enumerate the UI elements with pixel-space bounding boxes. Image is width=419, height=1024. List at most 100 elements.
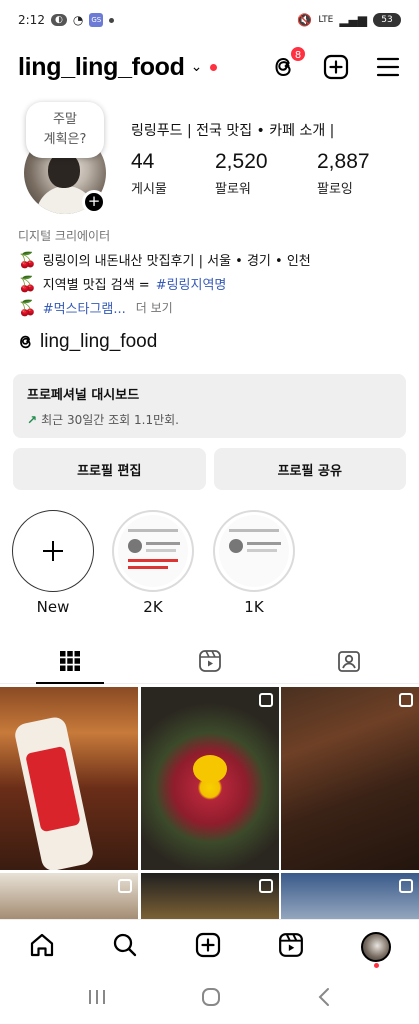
threads-profile-link[interactable]: ling_ling_food — [18, 331, 157, 353]
unread-dot — [210, 63, 218, 71]
more-link[interactable]: 더 보기 — [136, 299, 173, 316]
recent-apps-button[interactable] — [87, 988, 107, 1010]
profile-summary: 주말 계획은? + 링링푸드 | 전국 맛집 • 카페 소개 | 44 게시물 … — [0, 100, 419, 220]
stats-row: 44 게시물 2,520 팔로워 2,887 팔로잉 — [131, 150, 401, 197]
tab-tagged[interactable] — [279, 638, 419, 683]
back-button[interactable] — [316, 987, 332, 1011]
add-story-icon[interactable]: + — [82, 190, 106, 214]
threads-notification-badge: 8 — [289, 45, 307, 63]
mute-icon: 🔇 — [297, 13, 313, 27]
reels-icon — [198, 649, 221, 672]
nav-reels[interactable] — [278, 932, 304, 962]
status-time: 2:12 — [18, 13, 45, 27]
dashboard-subtitle-row: ↗ 최근 30일간 조회 1.1만회. — [27, 411, 392, 428]
hashtag-link[interactable]: #먹스타그램... — [43, 298, 126, 317]
post-thumbnail[interactable] — [140, 872, 279, 919]
cherry-icon: 🍒 — [18, 274, 37, 293]
search-icon — [113, 933, 136, 956]
system-navigation — [0, 973, 419, 1024]
carousel-icon — [258, 878, 273, 893]
dashboard-subtitle: 최근 30일간 조회 1.1만회. — [41, 413, 179, 427]
highlight-label: 2K — [143, 598, 163, 616]
highlight-item[interactable]: 1K — [213, 510, 295, 616]
following-label: 팔로잉 — [317, 182, 353, 197]
highlight-item[interactable]: 2K — [112, 510, 194, 616]
share-profile-button[interactable]: 프로필 공유 — [213, 448, 406, 490]
carousel-icon — [118, 878, 132, 893]
bio-title: 링링푸드 | 전국 맛집 • 카페 소개 | — [131, 123, 335, 139]
highlight-thumbnail — [118, 515, 188, 587]
bio-line-3: 🍒 #먹스타그램... 더 보기 — [18, 298, 173, 318]
highlight-ring — [213, 510, 295, 592]
signal-icon: ▂▄▆ — [339, 13, 367, 27]
battery-icon: 53 — [373, 13, 401, 27]
followers-stat[interactable]: 2,520 팔로워 — [215, 150, 317, 197]
pill-notification-icon: ◐ — [50, 14, 67, 26]
edit-profile-button[interactable]: 프로필 편집 — [13, 448, 206, 490]
status-bar: 2:12 ◐ ◔ GS 🔇 LTE ▂▄▆ 53 — [0, 0, 419, 40]
posts-grid — [0, 687, 419, 919]
add-square-icon — [323, 54, 349, 80]
highlight-thumbnail — [219, 515, 289, 587]
hamburger-menu-icon — [376, 57, 400, 77]
following-count: 2,887 — [317, 150, 370, 173]
back-icon — [318, 987, 329, 1006]
unread-dot — [373, 962, 379, 968]
following-stat[interactable]: 2,887 팔로잉 — [317, 150, 401, 197]
account-switcher[interactable]: ling_ling_food — [18, 53, 185, 82]
note-bubble[interactable]: 주말 계획은? — [26, 102, 104, 158]
nav-search[interactable] — [112, 932, 138, 962]
professional-dashboard[interactable]: 프로페셔널 대시보드 ↗ 최근 30일간 조회 1.1만회. — [13, 374, 406, 438]
posts-label: 게시물 — [131, 182, 167, 197]
profile-header: ling_ling_food ⌄ 8 — [0, 45, 419, 89]
carousel-icon — [399, 878, 413, 893]
profile-actions: 프로필 편집 프로필 공유 — [13, 448, 406, 490]
cherry-icon: 🍒 — [18, 298, 37, 317]
dnd-icon: ◔ — [72, 13, 84, 27]
threads-button[interactable]: 8 — [271, 45, 307, 80]
post-thumbnail[interactable] — [0, 872, 138, 919]
app-badge-icon: GS — [89, 13, 104, 27]
content-tabs — [0, 638, 419, 684]
tab-reels[interactable] — [140, 638, 280, 683]
nav-profile[interactable] — [360, 931, 391, 968]
story-highlights: New 2K 1K — [0, 510, 419, 620]
posts-stat[interactable]: 44 게시물 — [131, 150, 215, 197]
bio-line-2: 🍒 지역별 맛집 검색 = #링링지역명 — [18, 274, 227, 294]
bio-line-1: 🍒 링링이의 내돈내산 맛집후기 | 서울 • 경기 • 인천 — [18, 250, 311, 270]
followers-label: 팔로워 — [215, 182, 251, 197]
chevron-down-icon[interactable]: ⌄ — [191, 59, 203, 75]
threads-icon — [20, 335, 31, 349]
bottle-shape — [12, 715, 96, 870]
menu-button[interactable] — [375, 54, 401, 80]
grid-icon — [59, 650, 80, 671]
more-notifications-dot — [109, 17, 115, 23]
trend-up-icon: ↗ — [27, 412, 38, 427]
threads-handle: ling_ling_food — [40, 331, 158, 352]
post-thumbnail[interactable] — [140, 687, 279, 870]
hashtag-link[interactable]: #링링지역명 — [156, 274, 227, 293]
followers-count: 2,520 — [215, 150, 268, 173]
add-square-icon — [195, 932, 220, 957]
post-thumbnail[interactable] — [281, 687, 419, 870]
tab-posts-grid[interactable] — [0, 638, 140, 684]
home-circle-icon — [202, 987, 221, 1006]
cherry-icon: 🍒 — [18, 250, 37, 269]
highlight-new[interactable]: New — [12, 510, 94, 616]
tagged-person-icon — [338, 650, 361, 672]
bottom-navigation — [0, 919, 419, 973]
network-label: LTE — [318, 15, 334, 25]
note-line-1: 주말 — [53, 112, 77, 127]
create-button[interactable] — [323, 54, 349, 80]
nav-create[interactable] — [195, 932, 221, 962]
post-thumbnail[interactable] — [0, 687, 138, 870]
posts-count: 44 — [131, 150, 155, 173]
note-line-2: 계획은? — [43, 132, 87, 147]
post-thumbnail[interactable] — [281, 872, 419, 919]
nav-home[interactable] — [29, 932, 55, 962]
highlight-label: 1K — [244, 598, 264, 616]
highlight-ring — [112, 510, 194, 592]
carousel-icon — [258, 693, 273, 707]
home-button[interactable] — [201, 987, 221, 1011]
new-highlight-ring — [12, 510, 94, 592]
